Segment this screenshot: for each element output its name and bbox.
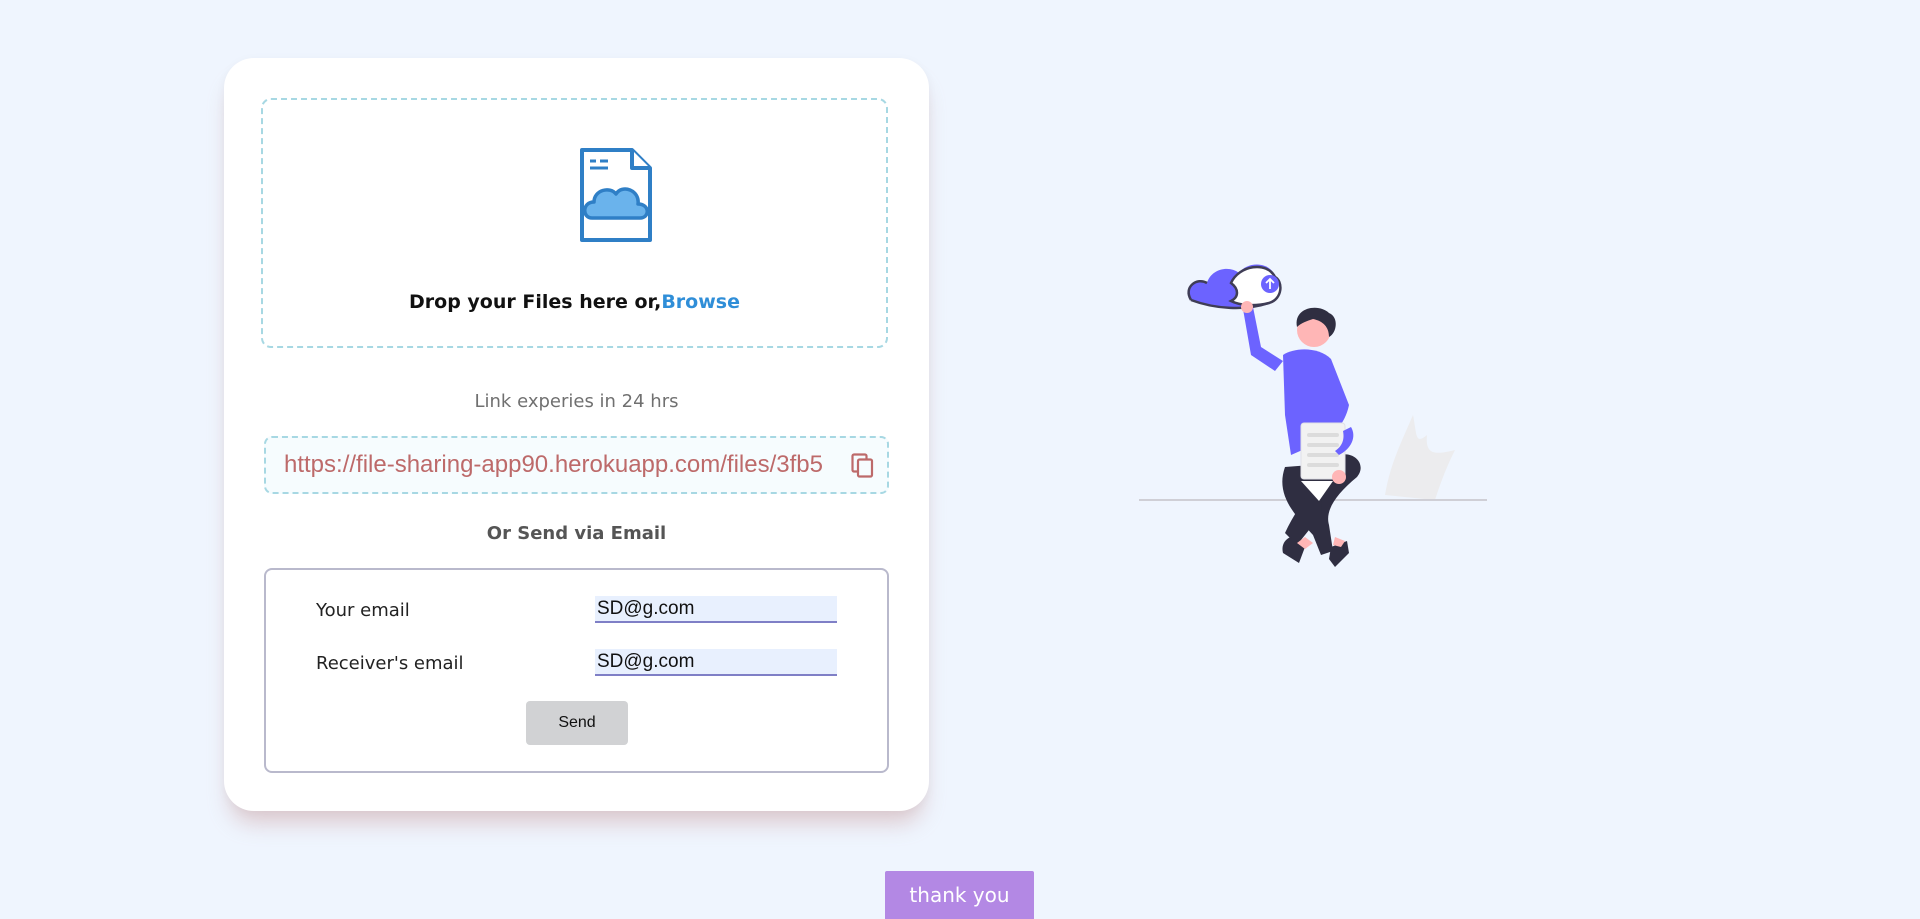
share-link-url[interactable]: https://file-sharing-app90.herokuapp.com… (284, 451, 844, 479)
browse-link[interactable]: Browse (661, 291, 740, 313)
cloud-upload-icon (1187, 264, 1282, 310)
sender-email-input[interactable] (595, 596, 837, 623)
background-plant (1385, 415, 1455, 500)
send-button[interactable]: Send (526, 701, 628, 745)
drop-instruction-text: Drop your Files here or, (409, 291, 662, 313)
page: Drop your Files here or,Browse Link expe… (0, 0, 1920, 919)
receiver-email-input[interactable] (595, 649, 837, 676)
cloud-file-icon (580, 148, 652, 242)
or-send-via-email-heading: Or Send via Email (486, 523, 667, 544)
sender-email-label: Your email (316, 600, 410, 621)
receiver-email-label: Receiver's email (316, 653, 464, 674)
person-uploading-illustration (1139, 264, 1487, 567)
share-link-box: https://file-sharing-app90.herokuapp.com… (264, 436, 889, 494)
upload-card: Drop your Files here or,Browse Link expe… (224, 58, 929, 811)
drop-instruction: Drop your Files here or,Browse (263, 291, 886, 313)
email-form: Your email Receiver's email Send (264, 568, 889, 773)
copy-icon[interactable] (851, 453, 875, 479)
file-drop-zone[interactable]: Drop your Files here or,Browse (261, 98, 888, 348)
raised-arm (1243, 307, 1283, 371)
link-expiry-text: Link experies in 24 hrs (474, 391, 679, 412)
thank-you-toast: thank you (885, 871, 1034, 919)
